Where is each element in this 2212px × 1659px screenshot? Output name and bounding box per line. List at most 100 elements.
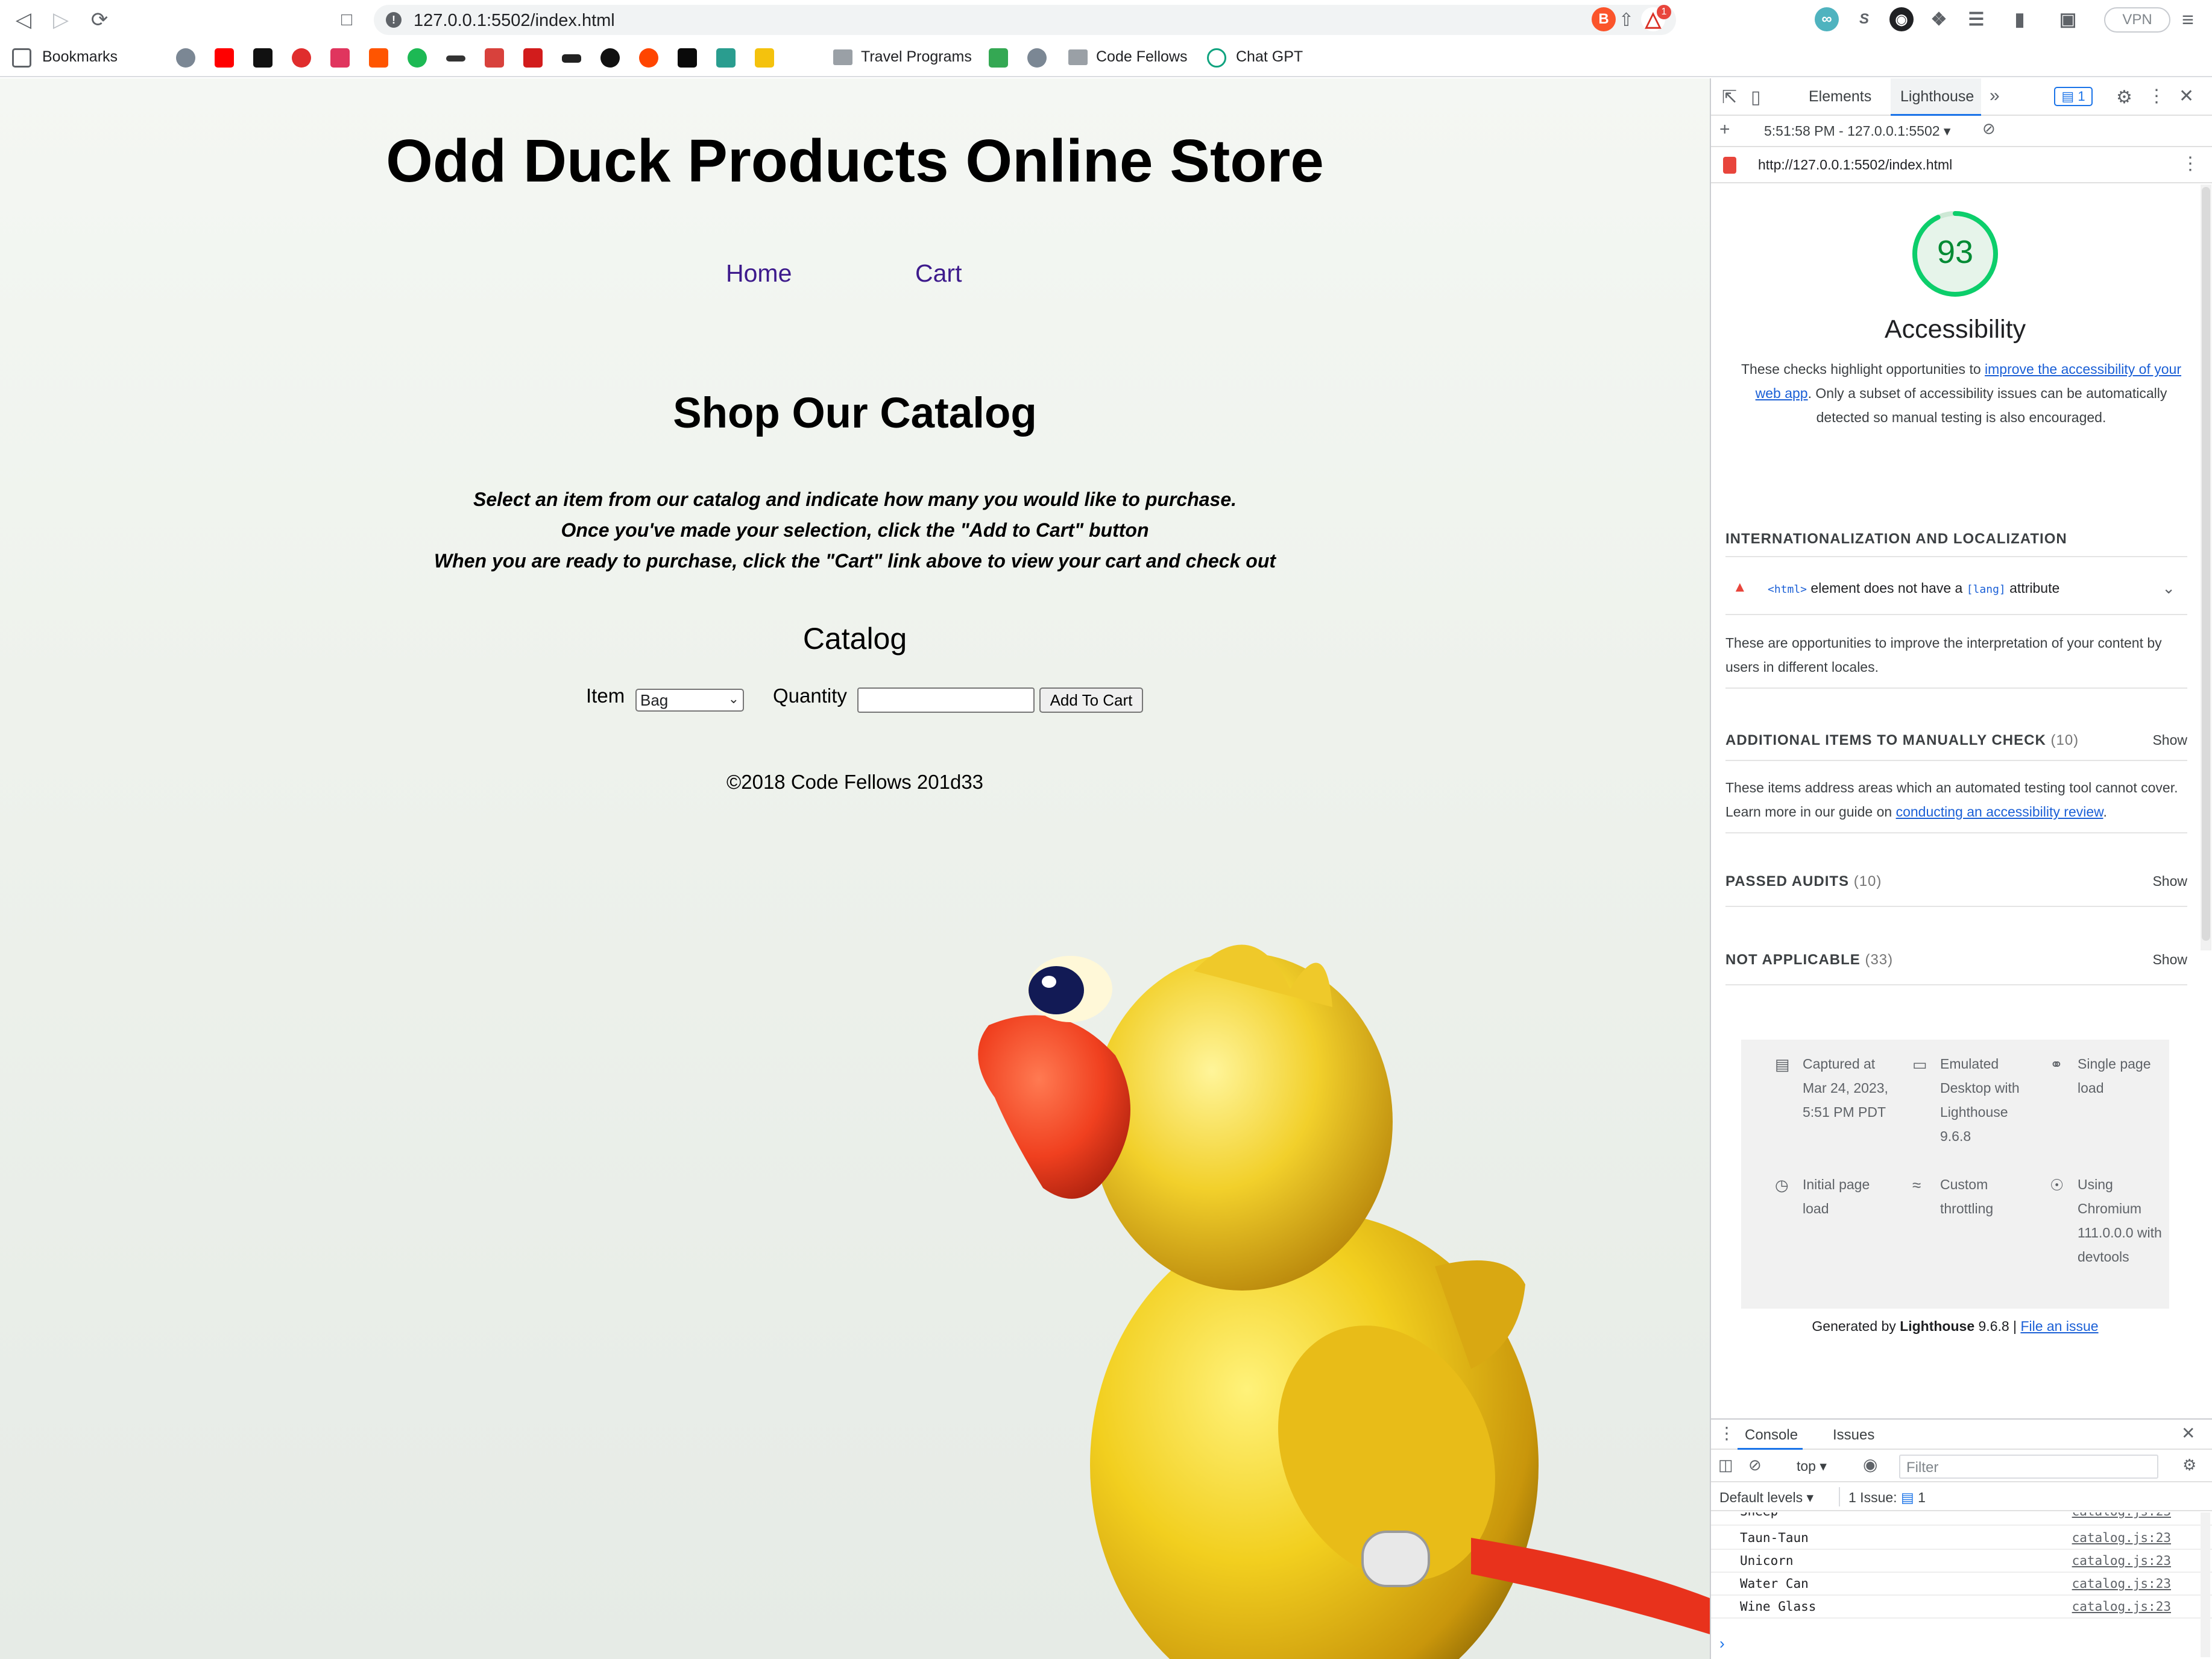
bookmark-icon-dots[interactable]: [446, 55, 465, 62]
nav-home-link[interactable]: Home: [726, 259, 792, 288]
report-menu-icon[interactable]: ⋮: [2181, 153, 2199, 174]
bookmark-icon[interactable]: □: [333, 6, 361, 34]
bookmark-folder-travel[interactable]: Travel Programs: [861, 48, 972, 66]
context-selector[interactable]: top ▾: [1797, 1458, 1827, 1474]
reddit-icon[interactable]: [639, 48, 658, 68]
issues-button[interactable]: 1 Issue: ▤ 1: [1848, 1490, 1926, 1506]
quantity-input[interactable]: [857, 687, 1035, 713]
puzzle-icon[interactable]: ❖: [1927, 7, 1951, 31]
inspect-icon[interactable]: ⇱: [1722, 87, 1737, 108]
report-scroll-thumb[interactable]: [2202, 187, 2210, 941]
bookmark-icon-red-circle[interactable]: [292, 48, 311, 68]
bookmark-folder-code-fellows[interactable]: Code Fellows: [1096, 48, 1187, 66]
console-settings-icon[interactable]: ⚙: [2182, 1456, 2196, 1474]
section-manual-title: ADDITIONAL ITEMS TO MANUALLY CHECK (10): [1725, 732, 2079, 749]
extension-icon-s[interactable]: S: [1852, 7, 1876, 31]
manual-show-button[interactable]: Show: [2152, 732, 2187, 748]
bookmark-icon-p[interactable]: [253, 48, 273, 68]
close-icon[interactable]: ✕: [2179, 86, 2194, 107]
file-issue-link[interactable]: File an issue: [2020, 1318, 2098, 1334]
extension-icon-1[interactable]: ∞: [1815, 7, 1839, 31]
youtube-icon[interactable]: [215, 48, 234, 68]
address-bar[interactable]: ! 127.0.0.1:5502/index.html ⇧: [374, 5, 1676, 35]
tab-lighthouse[interactable]: Lighthouse: [1900, 88, 1974, 106]
drawer-close-icon[interactable]: ✕: [2181, 1423, 2195, 1443]
log-source-link[interactable]: catalog.js:23: [2072, 1553, 2171, 1568]
bookmark-icon-teal[interactable]: [716, 48, 736, 68]
settings-gear-icon[interactable]: ⚙: [2116, 87, 2132, 108]
bookmark-chat-gpt[interactable]: Chat GPT: [1236, 48, 1303, 66]
log-source-link[interactable]: catalog.js:23: [2072, 1576, 2171, 1591]
wallet-icon[interactable]: ▣: [2056, 7, 2080, 31]
log-text: Water Can: [1740, 1576, 1809, 1591]
vpn-button[interactable]: VPN: [2104, 7, 2170, 33]
new-report-icon[interactable]: +: [1719, 119, 1730, 140]
passed-title-text: PASSED AUDITS: [1725, 873, 1850, 890]
audit-html-lang[interactable]: ▲ <html> element does not have a [lang] …: [1725, 570, 2187, 607]
bookmark-icon-m[interactable]: [485, 48, 504, 68]
item-select[interactable]: Bag ⌄: [635, 689, 744, 712]
console-scrollbar[interactable]: [2201, 1512, 2210, 1657]
soundcloud-icon[interactable]: [369, 48, 388, 68]
log-source-link[interactable]: catalog.js:23: [2072, 1531, 2171, 1545]
extension-icon-3[interactable]: ◉: [1889, 7, 1914, 31]
clear-console-icon[interactable]: ⊘: [1748, 1456, 1762, 1474]
console-filter-input[interactable]: Filter: [1899, 1455, 2158, 1479]
bookmark-icon-globe-2[interactable]: [1027, 48, 1047, 68]
add-to-cart-button[interactable]: Add To Cart: [1039, 687, 1143, 713]
bookmark-icon-d[interactable]: [793, 48, 813, 68]
accessibility-review-link[interactable]: conducting an accessibility review: [1896, 804, 2103, 820]
tab-issues[interactable]: Issues: [1833, 1427, 1874, 1444]
bookmark-icon-yellow[interactable]: [755, 48, 774, 68]
report-selector[interactable]: 5:51:58 PM - 127.0.0.1:5502 ▾: [1764, 123, 1950, 139]
section-passed-title: PASSED AUDITS (10): [1725, 873, 1882, 890]
reload-icon[interactable]: ⟳: [86, 6, 113, 34]
passed-show-button[interactable]: Show: [2152, 873, 2187, 890]
back-icon[interactable]: ◁: [10, 6, 37, 34]
bookmark-icon-b[interactable]: [678, 48, 697, 68]
rubber-duck-image: [978, 944, 1710, 1659]
device-toolbar-icon[interactable]: ▯: [1751, 87, 1761, 108]
lighthouse-report: 93 Accessibility These checks highlight …: [1711, 185, 2199, 1415]
console-log-row: Wine Glass catalog.js:23: [1711, 1596, 2212, 1619]
log-source-link[interactable]: catalog.js:23: [2072, 1512, 2171, 1518]
chevron-down-icon[interactable]: ⌄: [2162, 579, 2175, 598]
sidebar-icon[interactable]: ▮: [2008, 7, 2032, 31]
bookmarks-icon: [12, 48, 31, 68]
more-tabs-icon[interactable]: »: [1990, 86, 2000, 106]
clear-icon[interactable]: ⊘: [1982, 119, 1996, 138]
share-icon[interactable]: ⇧: [1619, 10, 1634, 31]
na-count: (33): [1865, 952, 1894, 968]
issues-count-console: 1: [1918, 1490, 1926, 1505]
bookmark-icon-circle[interactable]: [600, 48, 620, 68]
kebab-menu-icon[interactable]: ⋮: [2147, 86, 2166, 107]
bookmark-icon-wave[interactable]: [562, 54, 581, 63]
run-metadata: ▤ Captured at Mar 24, 2023, 5:51 PM PDT …: [1741, 1040, 2169, 1309]
bookmark-icon-dj[interactable]: [523, 48, 543, 68]
tab-elements[interactable]: Elements: [1809, 88, 1871, 106]
log-source-link[interactable]: catalog.js:23: [2072, 1599, 2171, 1614]
td-bank-icon[interactable]: [989, 48, 1008, 68]
drawer-menu-icon[interactable]: ⋮: [1718, 1423, 1735, 1443]
console-prompt-icon[interactable]: ›: [1719, 1634, 1725, 1653]
bookmarks-label[interactable]: Bookmarks: [42, 48, 118, 66]
spotify-icon[interactable]: [408, 48, 427, 68]
issues-icon: ▤: [1900, 1490, 1914, 1505]
instruction-line: Once you've made your selection, click t…: [561, 519, 1149, 541]
na-show-button[interactable]: Show: [2152, 952, 2187, 968]
forward-icon[interactable]: ▷: [47, 6, 75, 34]
bookmark-icon-globe[interactable]: [176, 48, 195, 68]
sidebar-toggle-icon[interactable]: ◫: [1718, 1456, 1733, 1474]
patreon-icon[interactable]: [330, 48, 350, 68]
url-text: 127.0.0.1:5502/index.html: [414, 11, 615, 30]
menu-icon[interactable]: ≡: [2174, 6, 2202, 34]
playlist-icon[interactable]: ☰: [1964, 7, 1988, 31]
issues-badge[interactable]: ▤ 1: [2054, 87, 2093, 106]
context-value: top: [1797, 1458, 1816, 1474]
eye-icon[interactable]: ◉: [1863, 1455, 1877, 1474]
info-icon[interactable]: !: [386, 12, 402, 28]
nav-cart-link[interactable]: Cart: [915, 259, 962, 288]
levels-dropdown[interactable]: Default levels ▾: [1719, 1490, 1813, 1506]
tab-console[interactable]: Console: [1745, 1427, 1798, 1444]
brave-shields-icon[interactable]: B: [1592, 7, 1616, 31]
